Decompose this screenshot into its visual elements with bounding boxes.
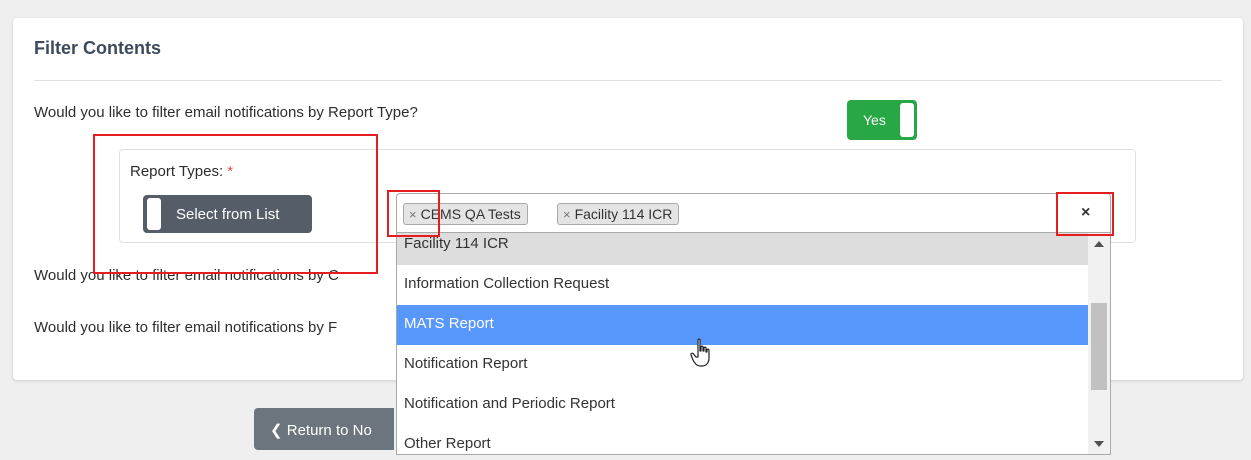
divider	[34, 80, 1222, 81]
report-types-select[interactable]: × CEMS QA Tests × Facility 114 ICR ×	[396, 193, 1111, 233]
scroll-up-icon[interactable]	[1094, 241, 1104, 247]
scroll-down-icon[interactable]	[1094, 441, 1104, 447]
select-list-switch	[147, 198, 161, 230]
report-types-label: Report Types: *	[130, 163, 233, 180]
return-button-label: ❮ Return to No	[270, 421, 372, 439]
third-filter-question: Would you like to filter email notificat…	[34, 319, 338, 336]
second-filter-question: Would you like to filter email notificat…	[34, 267, 339, 284]
dropdown-option[interactable]: Notification and Periodic Report	[397, 385, 1088, 425]
dropdown-option[interactable]: Facility 114 ICR	[397, 233, 1088, 265]
required-mark: *	[227, 163, 234, 180]
dropdown-option-highlighted[interactable]: MATS Report	[397, 305, 1088, 345]
clear-selection-icon[interactable]: ×	[1081, 204, 1090, 222]
toggle-label: Yes	[863, 112, 886, 128]
dropdown-option[interactable]: Other Report	[397, 425, 1088, 454]
dropdown-option[interactable]: Information Collection Request	[397, 265, 1088, 305]
report-type-question: Would you like to filter email notificat…	[34, 104, 418, 121]
chevron-left-icon: ❮	[270, 422, 283, 439]
toggle-knob[interactable]	[900, 103, 914, 137]
return-button[interactable]: ❮ Return to No	[254, 408, 394, 450]
return-label-text: Return to No	[286, 422, 372, 439]
report-type-toggle[interactable]: Yes	[847, 100, 917, 140]
report-types-label-text: Report Types:	[130, 163, 224, 180]
tag-cems-qa-tests: × CEMS QA Tests	[403, 203, 528, 225]
dropdown-scrollbar[interactable]	[1088, 233, 1110, 454]
dropdown-option[interactable]: Notification Report	[397, 345, 1088, 385]
report-types-dropdown: Facility 114 ICR Information Collection …	[396, 233, 1111, 455]
tag-remove-icon[interactable]: ×	[563, 207, 571, 222]
hand-cursor-icon	[690, 338, 710, 367]
tag-remove-icon[interactable]: ×	[409, 207, 417, 222]
section-title: Filter Contents	[34, 38, 162, 58]
tag-facility-114-icr: × Facility 114 ICR	[557, 203, 680, 225]
tag-label: CEMS QA Tests	[420, 206, 521, 222]
tag-label: Facility 114 ICR	[574, 206, 673, 222]
select-from-list-button[interactable]: Select from List	[143, 195, 312, 233]
scroll-thumb[interactable]	[1091, 303, 1107, 390]
select-from-list-label: Select from List	[176, 206, 280, 223]
